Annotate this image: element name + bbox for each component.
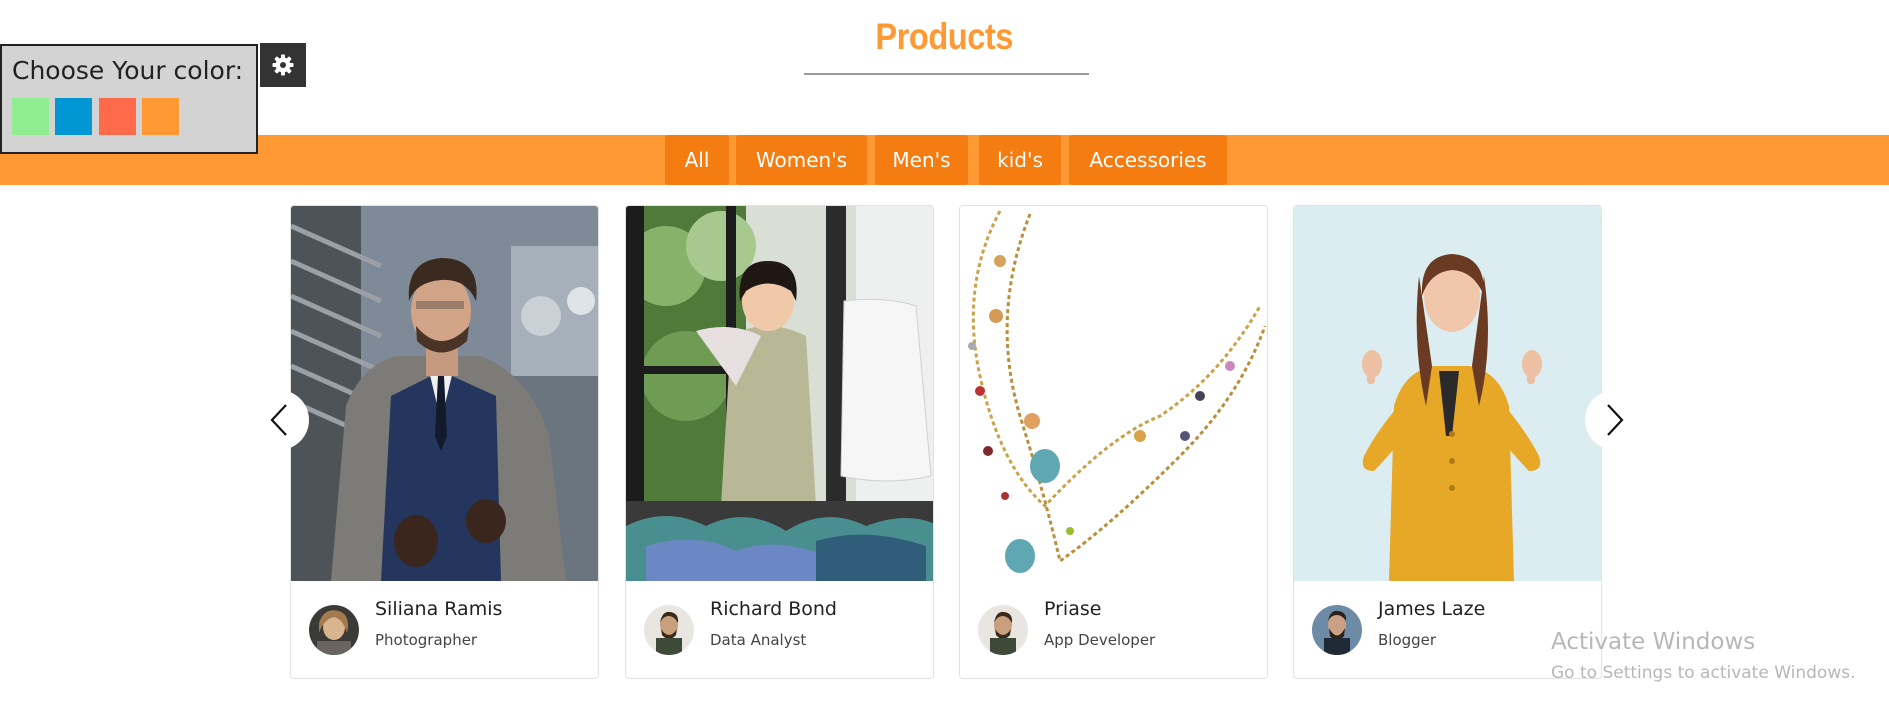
chevron-right-icon	[1607, 404, 1624, 436]
avatar	[644, 605, 694, 655]
man-in-suit-photo	[291, 206, 598, 581]
chevron-left-icon	[270, 404, 287, 436]
product-card[interactable]: Priase App Developer	[959, 205, 1268, 679]
page-title: Products	[875, 16, 1014, 57]
watermark-title: Activate Windows	[1551, 629, 1756, 655]
avatar	[978, 605, 1028, 655]
swatch-orange[interactable]	[142, 98, 179, 135]
woman-yellow-suit-photo	[1294, 206, 1601, 581]
filter-kids-button[interactable]: kid's	[979, 135, 1061, 185]
color-picker-panel: Choose Your color:	[0, 44, 258, 154]
avatar	[309, 605, 359, 655]
swatch-blue[interactable]	[55, 98, 92, 135]
swatch-green[interactable]	[12, 98, 49, 135]
filter-all-button[interactable]: All	[665, 135, 729, 185]
card-role: App Developer	[1044, 631, 1156, 649]
filter-womens-button[interactable]: Women's	[736, 135, 867, 185]
card-name: Richard Bond	[710, 598, 837, 620]
product-card[interactable]: Richard Bond Data Analyst	[625, 205, 934, 679]
filter-mens-button[interactable]: Men's	[875, 135, 968, 185]
card-name: Siliana Ramis	[375, 598, 503, 620]
product-card[interactable]: James Laze Blogger	[1293, 205, 1602, 679]
watermark-subtitle: Go to Settings to activate Windows.	[1551, 663, 1856, 683]
necklace-photo	[960, 206, 1267, 581]
card-role: Photographer	[375, 631, 478, 649]
card-name: Priase	[1044, 598, 1102, 620]
color-picker-toggle-button[interactable]	[260, 43, 306, 87]
card-role: Data Analyst	[710, 631, 807, 649]
swatch-tomato[interactable]	[99, 98, 136, 135]
product-card[interactable]: Siliana Ramis Photographer	[290, 205, 599, 679]
girl-with-clothes-photo	[626, 206, 933, 581]
title-underline	[804, 73, 1089, 75]
carousel-next-button[interactable]	[1585, 390, 1645, 450]
filter-bar: All Women's Men's kid's Accessories	[0, 135, 1889, 185]
card-name: James Laze	[1378, 598, 1486, 620]
card-role: Blogger	[1378, 631, 1437, 649]
gear-icon	[272, 54, 294, 76]
color-picker-label: Choose Your color:	[12, 56, 244, 85]
filter-accessories-button[interactable]: Accessories	[1069, 135, 1227, 185]
carousel-prev-button[interactable]	[249, 390, 309, 450]
avatar	[1312, 605, 1362, 655]
